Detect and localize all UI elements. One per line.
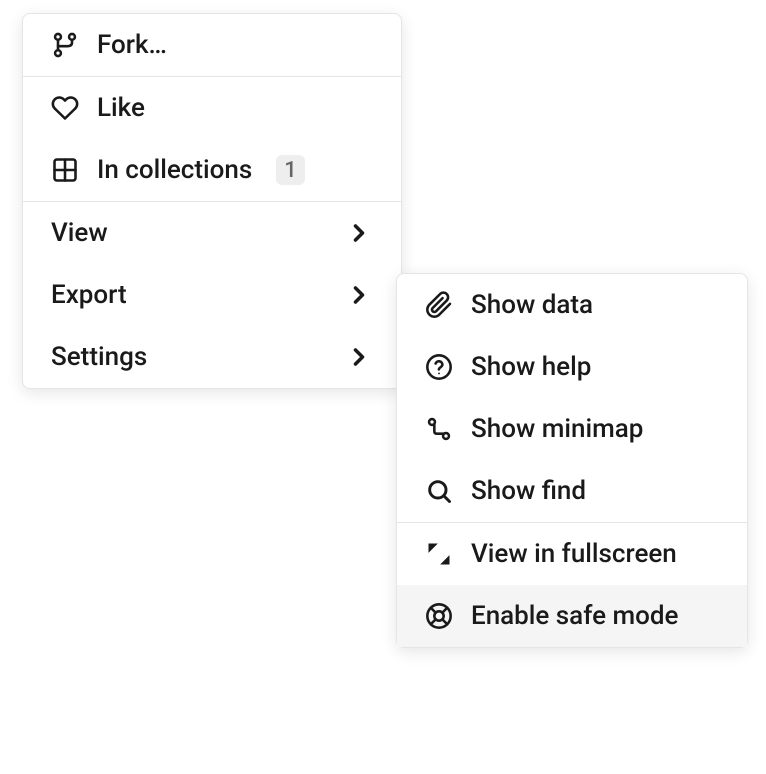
safe-mode-label: Enable safe mode: [471, 601, 678, 631]
fullscreen-label: View in fullscreen: [471, 539, 677, 569]
paperclip-icon: [425, 291, 453, 319]
collections-label: In collections: [97, 155, 252, 185]
chevron-right-icon: [345, 343, 373, 371]
primary-menu: Fork… Like In collections 1 View: [22, 13, 402, 389]
safe-mode-menu-item[interactable]: Enable safe mode: [397, 585, 747, 647]
minimap-icon: [425, 415, 453, 443]
search-icon: [425, 477, 453, 505]
show-find-menu-item[interactable]: Show find: [397, 460, 747, 522]
export-menu-item[interactable]: Export: [23, 264, 401, 326]
fork-icon: [51, 31, 79, 59]
fork-label: Fork…: [97, 30, 167, 60]
settings-menu-item[interactable]: Settings: [23, 326, 401, 388]
like-label: Like: [97, 93, 145, 123]
export-label: Export: [51, 280, 127, 310]
chevron-right-icon: [345, 219, 373, 247]
fullscreen-icon: [425, 540, 453, 568]
show-data-label: Show data: [471, 290, 593, 320]
chevron-right-icon: [345, 281, 373, 309]
heart-icon: [51, 94, 79, 122]
lifebuoy-icon: [425, 602, 453, 630]
collections-count-badge: 1: [276, 155, 305, 185]
fork-menu-item[interactable]: Fork…: [23, 14, 401, 76]
view-label: View: [51, 218, 108, 248]
collections-icon: [51, 156, 79, 184]
show-minimap-menu-item[interactable]: Show minimap: [397, 398, 747, 460]
show-help-menu-item[interactable]: Show help: [397, 336, 747, 398]
show-help-label: Show help: [471, 352, 591, 382]
fullscreen-menu-item[interactable]: View in fullscreen: [397, 523, 747, 585]
show-minimap-label: Show minimap: [471, 414, 643, 444]
settings-label: Settings: [51, 342, 147, 372]
show-find-label: Show find: [471, 476, 586, 506]
secondary-menu: Show data Show help Show minimap: [396, 273, 748, 648]
show-data-menu-item[interactable]: Show data: [397, 274, 747, 336]
collections-menu-item[interactable]: In collections 1: [23, 139, 401, 201]
view-menu-item[interactable]: View: [23, 202, 401, 264]
like-menu-item[interactable]: Like: [23, 77, 401, 139]
help-icon: [425, 353, 453, 381]
